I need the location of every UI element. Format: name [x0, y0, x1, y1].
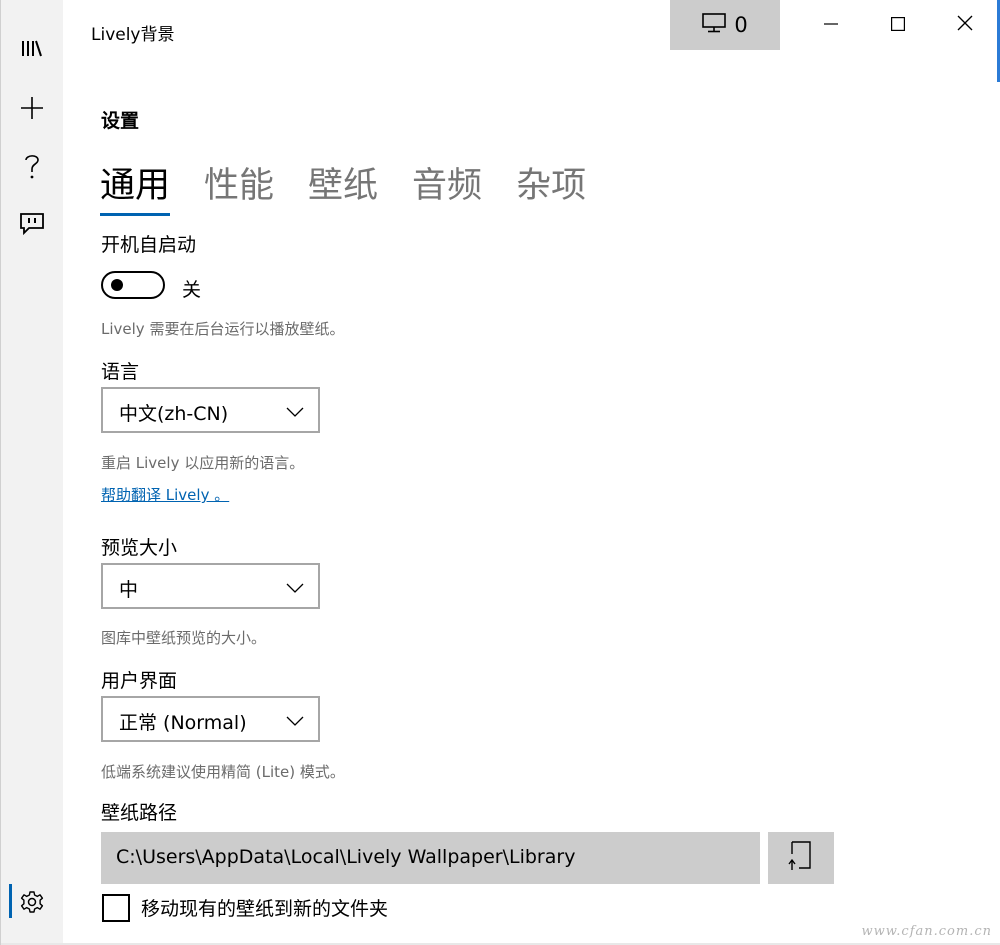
settings-icon: [20, 890, 44, 914]
help-translate-link[interactable]: 帮助翻译 Lively 。: [101, 484, 229, 505]
settings-tabs: 通用 性能 壁纸 音频 杂项: [100, 162, 620, 216]
ui-mode-label: 用户界面: [101, 670, 178, 692]
change-folder-button[interactable]: [768, 832, 834, 884]
monitor-icon: [702, 12, 727, 38]
startup-hint: Lively 需要在后台运行以播放壁纸。: [101, 320, 345, 338]
wallpaper-path-label: 壁纸路径: [101, 802, 178, 824]
move-wallpapers-checkbox[interactable]: [102, 894, 130, 922]
wallpaper-path-field[interactable]: C:\Users\AppData\Local\Lively Wallpaper\…: [101, 832, 760, 884]
help-button[interactable]: [1, 142, 63, 190]
folder-icon: [788, 840, 814, 876]
monitor-count: 0: [734, 13, 748, 37]
tab-misc[interactable]: 杂项: [516, 162, 586, 210]
startup-toggle-state: 关: [182, 279, 202, 301]
add-icon: [20, 96, 44, 120]
startup-label: 开机自启动: [101, 234, 197, 256]
library-icon: [21, 38, 43, 58]
tab-audio[interactable]: 音频: [412, 162, 482, 210]
app-window: Lively背景 0 设置 通用 性能 壁纸 音频 杂项 开机自启动 关 Liv…: [0, 0, 1000, 945]
language-hint: 重启 Lively 以应用新的语言。: [101, 454, 305, 472]
tab-performance[interactable]: 性能: [204, 162, 274, 210]
maximize-button[interactable]: [865, 0, 931, 50]
chevron-down-icon: [286, 403, 304, 422]
tab-general[interactable]: 通用: [100, 162, 171, 216]
move-wallpapers-label: 移动现有的壁纸到新的文件夹: [141, 898, 389, 920]
minimize-button[interactable]: [798, 0, 864, 50]
language-dropdown[interactable]: 中文(zh-CN): [101, 387, 320, 433]
settings-button[interactable]: [1, 878, 63, 926]
page-title: 设置: [101, 110, 140, 132]
sidebar: [1, 0, 63, 945]
feedback-icon: [19, 212, 45, 236]
ui-mode-selected: 正常 (Normal): [119, 712, 247, 734]
maximize-icon: [891, 16, 906, 35]
preview-size-hint: 图库中壁纸预览的大小。: [101, 629, 267, 647]
monitor-selector-button[interactable]: 0: [670, 0, 780, 50]
preview-size-dropdown[interactable]: 中: [101, 563, 320, 609]
close-button[interactable]: [932, 0, 998, 50]
library-button[interactable]: [1, 24, 63, 72]
tab-wallpaper[interactable]: 壁纸: [308, 162, 378, 210]
feedback-button[interactable]: [1, 200, 63, 248]
wallpaper-path-value: C:\Users\AppData\Local\Lively Wallpaper\…: [116, 846, 576, 868]
close-icon: [957, 15, 973, 35]
app-title: Lively背景: [91, 25, 175, 45]
startup-toggle[interactable]: [101, 271, 165, 299]
preview-size-selected: 中: [119, 579, 139, 601]
help-icon: [23, 152, 41, 180]
ui-mode-hint: 低端系统建议使用精简 (Lite) 模式。: [101, 763, 345, 781]
preview-size-label: 预览大小: [101, 537, 178, 559]
watermark: www.cfan.com.cn: [861, 924, 992, 939]
chevron-down-icon: [286, 712, 304, 731]
minimize-icon: [824, 16, 838, 35]
toggle-knob: [111, 279, 123, 291]
language-label: 语言: [101, 361, 140, 383]
ui-mode-dropdown[interactable]: 正常 (Normal): [101, 696, 320, 742]
language-selected: 中文(zh-CN): [119, 403, 229, 425]
chevron-down-icon: [286, 579, 304, 598]
add-wallpaper-button[interactable]: [1, 84, 63, 132]
